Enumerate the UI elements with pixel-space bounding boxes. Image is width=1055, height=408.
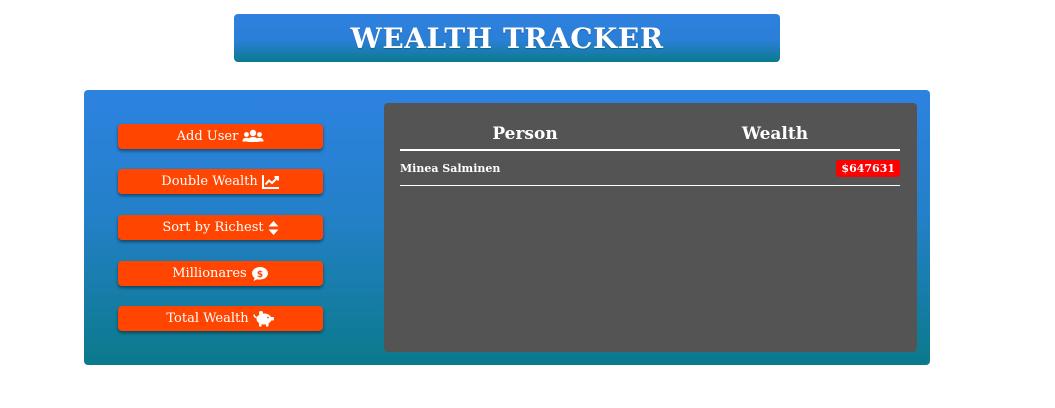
table-row: Minea Salminen $647631 [400, 151, 900, 186]
sort-by-richest-button[interactable]: Sort by Richest [118, 215, 323, 240]
millionares-label: Millionares [172, 266, 247, 281]
add-user-label: Add User [176, 129, 239, 144]
main-container: Add User Double Wealth Sort by Richest M… [84, 90, 930, 365]
add-user-button[interactable]: Add User [118, 124, 323, 149]
double-wealth-label: Double Wealth [161, 174, 258, 189]
wealth-table-panel: Person Wealth Minea Salminen $647631 [384, 103, 917, 352]
dollar-comment-icon: $ [251, 266, 269, 282]
person-name: Minea Salminen [400, 162, 501, 175]
wealth-badge: $647631 [836, 160, 900, 177]
double-wealth-button[interactable]: Double Wealth [118, 169, 323, 194]
piggy-bank-icon [253, 310, 275, 327]
chart-line-icon [261, 174, 280, 189]
sort-icon [268, 220, 279, 236]
page-title: WEALTH TRACKER [350, 21, 664, 55]
app-header: WEALTH TRACKER [234, 14, 780, 62]
millionares-button[interactable]: Millionares $ [118, 261, 323, 286]
total-wealth-button[interactable]: Total Wealth [118, 306, 323, 331]
users-icon [242, 129, 264, 145]
sort-by-richest-label: Sort by Richest [162, 220, 264, 235]
total-wealth-label: Total Wealth [166, 311, 249, 326]
svg-text:$: $ [257, 269, 263, 279]
table-header: Person Wealth [400, 123, 900, 151]
column-header-person: Person [492, 124, 558, 144]
column-header-wealth: Wealth [741, 124, 809, 144]
